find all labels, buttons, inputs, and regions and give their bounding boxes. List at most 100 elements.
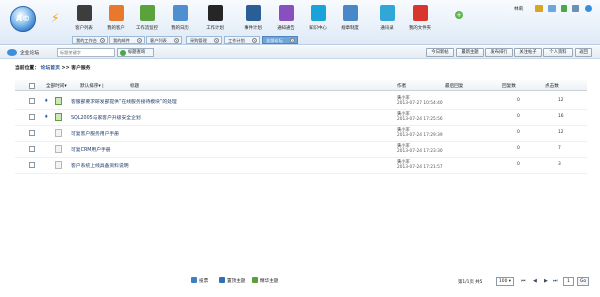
table-row[interactable]: ♦ 客服部要求研发部提供“在线服务接待模块”的处理 黄小军 2013-07-27 10… <box>15 94 587 110</box>
nav-item[interactable]: 通讯录 <box>370 5 404 39</box>
header-last-reply[interactable]: 最后回复 <box>445 83 463 89</box>
close-icon[interactable]: × <box>290 38 295 43</box>
tab[interactable]: 全部论坛 × <box>262 36 298 44</box>
pager-info: 第1/1页 共5 <box>458 280 483 285</box>
tab[interactable]: 工作计划 × <box>224 36 260 44</box>
chart-icon <box>191 277 197 283</box>
time-filter[interactable]: 全部时间▾ <box>46 83 67 89</box>
nav-item-label: 工作流监控 <box>136 26 158 31</box>
nav-item[interactable]: 工作流监控 <box>130 5 164 39</box>
header-title[interactable]: 标题 <box>130 83 139 89</box>
tab-label: 客户列表 <box>150 38 167 43</box>
breadcrumb-home[interactable]: 论坛首页 <box>41 66 60 71</box>
click-count: 12 <box>558 98 564 103</box>
table-row[interactable]: ♦ SQL2005与家客户升级安全企划 黄小军 2013-07-24 17:25:56… <box>15 110 587 126</box>
row-checkbox[interactable] <box>29 130 35 136</box>
nav-item[interactable]: 工作计划 <box>198 5 232 39</box>
grid-header: 全部时间▾ 默认排序▾ | 标题 作者 最后回复 回复数 点击数 <box>15 80 587 91</box>
search-button[interactable]: 标题查询 <box>117 48 154 57</box>
close-icon[interactable]: × <box>100 38 105 43</box>
nav-item[interactable]: 通知通告 <box>269 5 303 39</box>
action-button[interactable]: 关注帖子 <box>514 48 542 57</box>
topic-title[interactable]: 可复客户服务用户手册 <box>71 130 119 137</box>
nav-item[interactable]: 知识中心 <box>301 5 335 39</box>
close-icon[interactable]: × <box>252 38 257 43</box>
help-icon[interactable] <box>561 5 567 12</box>
nav-item[interactable]: 规章制度 <box>333 5 367 39</box>
power-icon[interactable] <box>585 5 592 12</box>
document-icon <box>55 145 62 153</box>
phone-icon <box>379 5 395 21</box>
sort-filter[interactable]: 默认排序▾ | <box>80 83 104 89</box>
pin-icon <box>219 277 225 283</box>
legend-item: 投票 <box>191 277 208 284</box>
tab[interactable]: 我的邮件 × <box>109 36 145 44</box>
sound-icon[interactable] <box>572 5 579 12</box>
topic-title[interactable]: 客户系统上线具备资料说明 <box>71 162 129 169</box>
header-clicks[interactable]: 点击数 <box>545 83 559 89</box>
nav-item-label: 我的客户 <box>107 26 125 31</box>
forum-label: 企业论坛 <box>20 51 40 56</box>
tab[interactable]: 采购管理 × <box>186 36 222 44</box>
action-button[interactable]: 个人资料 <box>543 48 573 57</box>
table-row[interactable]: 可复CRM用户手册 黄小军 2013-07-24 17:23:30 0 7 <box>15 142 587 158</box>
plan-icon <box>207 5 223 21</box>
topic-title[interactable]: 客服部要求研发部提供“在线服务接待模块”的处理 <box>71 98 177 105</box>
close-icon[interactable]: × <box>137 38 142 43</box>
topic-date: 2013-07-24 17:29:39 <box>397 133 443 138</box>
select-all-checkbox[interactable] <box>29 83 35 89</box>
workflow-icon <box>139 5 155 21</box>
topic-title[interactable]: SQL2005与家客户升级安全企划 <box>71 114 141 121</box>
nav-item-label: 事件计划 <box>244 26 262 31</box>
mail-icon[interactable] <box>548 5 556 12</box>
prev-page-icon[interactable]: ◀ <box>533 278 537 284</box>
row-checkbox[interactable] <box>29 162 35 168</box>
topic-title[interactable]: 可复CRM用户手册 <box>71 146 111 153</box>
nav-item-label: 通知通告 <box>277 26 295 31</box>
row-checkbox[interactable] <box>29 146 35 152</box>
nav-item[interactable]: 我的客户 <box>99 5 133 39</box>
rules-icon <box>342 5 358 21</box>
page-size-select[interactable]: 100 ▾ <box>496 277 514 286</box>
tab[interactable]: 我的工作台 × <box>72 36 108 44</box>
last-page-icon[interactable]: ⏭ <box>553 278 558 284</box>
action-button[interactable]: 发布排行 <box>485 48 513 57</box>
header-replies[interactable]: 回复数 <box>502 83 516 89</box>
lightning-icon[interactable]: ⚡ <box>51 11 59 25</box>
row-checkbox[interactable] <box>29 114 35 120</box>
user-name[interactable]: 林莉 <box>514 6 523 12</box>
click-count: 7 <box>558 146 561 151</box>
topic-date: 2013-07-27 10:54:40 <box>397 101 443 106</box>
close-icon[interactable]: × <box>214 38 219 43</box>
app-logo[interactable]: A© <box>10 6 36 32</box>
legend-item: 置顶主题 <box>219 277 245 284</box>
nav-item-label: 我的文件夹 <box>409 26 431 31</box>
header-author[interactable]: 作者 <box>397 83 406 89</box>
click-count: 12 <box>558 130 564 135</box>
forum-icon <box>7 49 17 56</box>
add-shortcut-icon[interactable]: + <box>455 11 463 19</box>
table-row[interactable]: 客户系统上线具备资料说明 黄小军 2013-07-24 17:21:57 0 3 <box>15 158 587 174</box>
nav-item[interactable]: 事件计划 <box>236 5 270 39</box>
document-icon <box>55 129 62 137</box>
nav-item[interactable]: 客户列表 <box>67 5 101 39</box>
nav-item[interactable]: 我的文件夹 <box>403 5 437 39</box>
page-number-input[interactable]: 1 <box>563 277 574 286</box>
row-checkbox[interactable] <box>29 98 35 104</box>
topic-date: 2013-07-24 17:25:56 <box>397 117 443 122</box>
topic-date: 2013-07-24 17:23:30 <box>397 149 443 154</box>
tab[interactable]: 客户列表 × <box>146 36 182 44</box>
legend-label: 精华主题 <box>260 279 279 284</box>
go-button[interactable]: Go <box>577 277 589 286</box>
close-icon[interactable]: × <box>174 38 179 43</box>
first-page-icon[interactable]: ⏮ <box>521 278 526 284</box>
action-button[interactable]: 最新主题 <box>456 48 484 57</box>
pin-icon: ♦ <box>44 98 49 104</box>
message-icon[interactable] <box>535 5 543 12</box>
next-page-icon[interactable]: ▶ <box>544 278 548 284</box>
action-button[interactable]: 今日新帖 <box>426 48 454 57</box>
table-row[interactable]: 可复客户服务用户手册 黄小军 2013-07-24 17:29:39 0 12 <box>15 126 587 142</box>
search-input[interactable] <box>57 48 115 57</box>
action-button[interactable]: 返回 <box>575 48 592 57</box>
nav-item[interactable]: 我的日历 <box>163 5 197 39</box>
